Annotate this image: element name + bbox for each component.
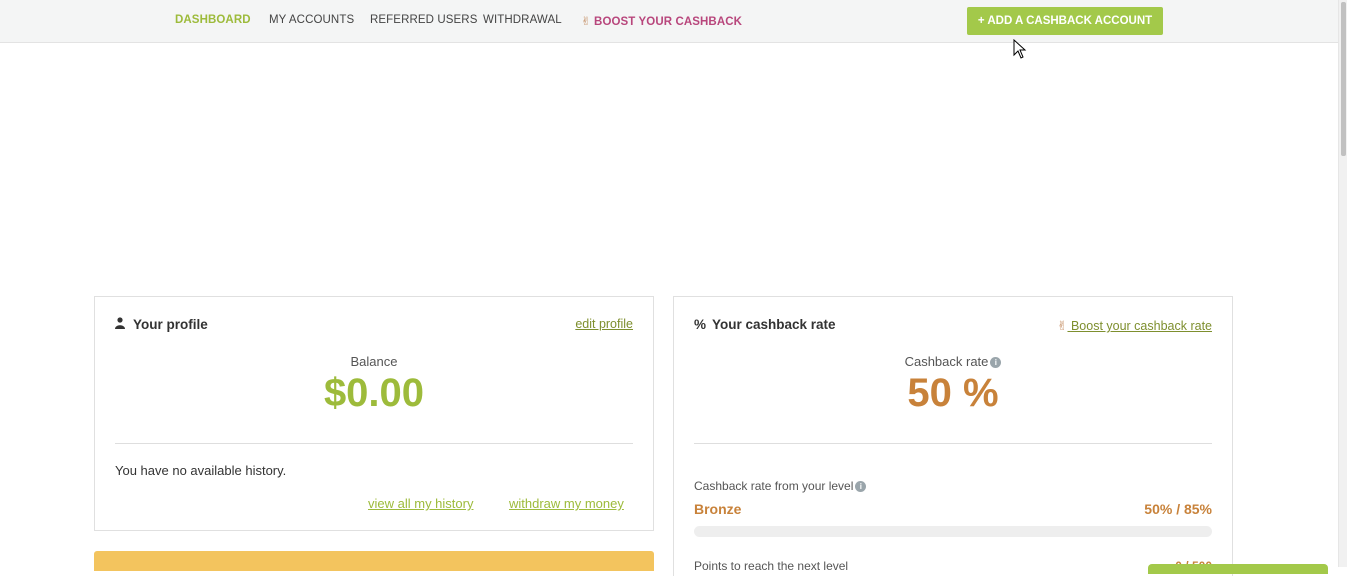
withdraw-money-link[interactable]: withdraw my money bbox=[509, 496, 624, 511]
profile-card-title: Your profile bbox=[115, 317, 208, 332]
add-cashback-account-button[interactable]: + ADD A CASHBACK ACCOUNT bbox=[967, 7, 1163, 35]
nav-boost-cashback[interactable]: ✌ BOOST YOUR CASHBACK bbox=[581, 14, 742, 28]
level-progress-bar bbox=[694, 526, 1212, 537]
cashback-card-title: % Your cashback rate bbox=[694, 317, 836, 332]
info-icon[interactable]: i bbox=[855, 481, 867, 492]
cashback-rate-value: 50 % bbox=[907, 371, 999, 415]
nav-withdrawal[interactable]: WITHDRAWAL bbox=[483, 14, 562, 26]
points-next-level-label: Points to reach the next level bbox=[694, 559, 849, 573]
add-cashback-account-label: ADD A CASHBACK ACCOUNT bbox=[987, 15, 1153, 27]
mouse-cursor-icon bbox=[1013, 38, 1027, 64]
cashback-rate-label-text: Cashback rate bbox=[904, 354, 989, 369]
level-ratio: 50% / 85% bbox=[1144, 501, 1212, 517]
nav-boost-label: BOOST YOUR CASHBACK bbox=[594, 16, 743, 28]
percent-icon: % bbox=[694, 317, 707, 332]
balance-label: Balance bbox=[350, 354, 398, 369]
level-rate-label-text: Cashback rate from your level bbox=[694, 479, 854, 493]
history-status-text: You have no available history. bbox=[115, 463, 287, 478]
cashback-title-text: Your cashback rate bbox=[712, 317, 836, 332]
peace-hand-icon: ✌ bbox=[1056, 319, 1068, 333]
promo-banner bbox=[94, 551, 654, 571]
balance-value: $0.00 bbox=[323, 371, 425, 415]
profile-divider bbox=[115, 443, 633, 444]
chat-widget-tab[interactable] bbox=[1148, 564, 1328, 574]
user-icon bbox=[115, 317, 129, 332]
cashback-rate-card: % Your cashback rate ✌ Boost your cashbac… bbox=[673, 296, 1233, 576]
level-rate-label: Cashback rate from your level i bbox=[694, 479, 867, 493]
nav-my-accounts[interactable]: MY ACCOUNTS bbox=[269, 14, 354, 26]
nav-referred-users[interactable]: REFERRED USERS bbox=[370, 14, 477, 26]
boost-rate-label: Boost your cashback rate bbox=[1070, 319, 1212, 333]
profile-title-text: Your profile bbox=[133, 317, 208, 332]
view-history-link[interactable]: view all my history bbox=[368, 496, 473, 511]
edit-profile-link[interactable]: edit profile bbox=[575, 317, 633, 331]
profile-card: Your profile edit profile Balance $0.00 … bbox=[94, 296, 654, 531]
info-icon[interactable]: i bbox=[990, 357, 1002, 368]
scrollbar-thumb[interactable] bbox=[1341, 2, 1346, 156]
peace-hand-icon: ✌ bbox=[581, 16, 591, 28]
page-scrollbar[interactable] bbox=[1338, 0, 1347, 567]
level-name: Bronze bbox=[694, 501, 742, 517]
cashback-divider bbox=[694, 443, 1212, 444]
plus-icon: + bbox=[977, 15, 985, 27]
boost-cashback-rate-link[interactable]: ✌ Boost your cashback rate bbox=[1057, 318, 1212, 333]
cashback-rate-label: Cashback rate i bbox=[674, 354, 1232, 369]
nav-dashboard[interactable]: DASHBOARD bbox=[175, 14, 251, 26]
top-navigation: DASHBOARD MY ACCOUNTS REFERRED USERS WIT… bbox=[0, 0, 1338, 43]
